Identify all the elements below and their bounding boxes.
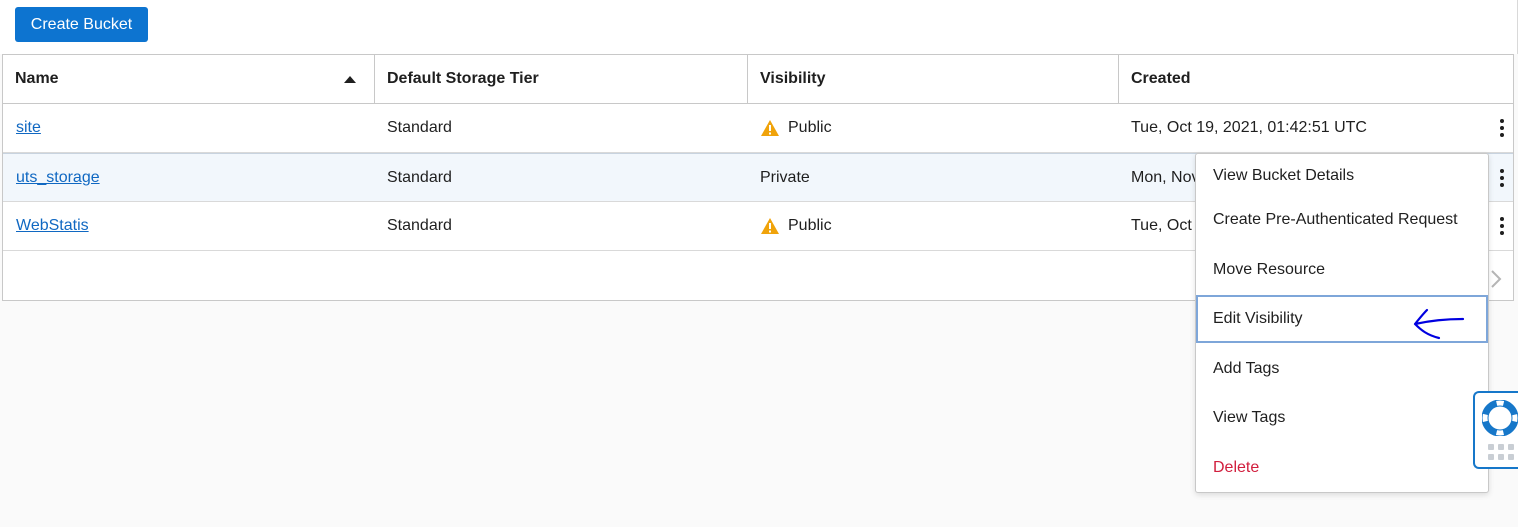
column-header-created: Created: [1119, 55, 1509, 103]
more-vertical-icon[interactable]: [1496, 154, 1508, 202]
storage-tier: Standard: [387, 119, 452, 136]
storage-tier: Standard: [387, 169, 452, 186]
visibility-cell: Private: [760, 154, 810, 202]
visibility-cell: Public: [760, 202, 832, 250]
storage-tier: Standard: [387, 217, 452, 234]
visibility-label: Public: [788, 119, 832, 136]
column-header-created-label: Created: [1131, 70, 1191, 87]
column-header-visibility-label: Visibility: [760, 70, 826, 87]
bucket-name-link[interactable]: site: [16, 119, 41, 137]
menu-item-move-resource[interactable]: Move Resource: [1196, 248, 1488, 292]
menu-item-view-bucket-details[interactable]: View Bucket Details: [1196, 154, 1488, 198]
column-header-name-label: Name: [15, 70, 59, 87]
column-header-tier: Default Storage Tier: [375, 55, 747, 103]
created-date: Tue, Oct: [1131, 217, 1192, 234]
menu-item-create-par[interactable]: Create Pre-Authenticated Request: [1196, 198, 1488, 242]
menu-item-add-tags[interactable]: Add Tags: [1196, 347, 1488, 391]
column-header-visibility: Visibility: [748, 55, 1118, 103]
warning-triangle-icon: [761, 120, 779, 136]
help-widget[interactable]: [1473, 391, 1518, 469]
bucket-name-link[interactable]: WebStatis: [16, 217, 89, 235]
menu-item-view-tags[interactable]: View Tags: [1196, 396, 1488, 440]
created-date: Mon, Nov: [1131, 169, 1200, 186]
table-row: site Standard Public Tue, Oct 19, 2021, …: [3, 104, 1513, 153]
annotation-arrow: [1413, 308, 1465, 340]
table-header: Name Default Storage Tier Visibility Cre…: [3, 55, 1513, 104]
create-bucket-button[interactable]: Create Bucket: [15, 7, 148, 42]
visibility-cell: Public: [760, 104, 832, 152]
column-header-tier-label: Default Storage Tier: [387, 70, 539, 87]
warning-triangle-icon: [761, 218, 779, 234]
more-vertical-icon[interactable]: [1496, 202, 1508, 250]
lifebuoy-icon[interactable]: [1482, 400, 1518, 436]
more-vertical-icon[interactable]: [1496, 104, 1508, 152]
toolbar: Create Bucket: [0, 0, 1518, 54]
column-header-name[interactable]: Name: [3, 55, 374, 103]
bucket-name-link[interactable]: uts_storage: [16, 169, 100, 187]
chevron-right-icon[interactable]: [1490, 269, 1506, 288]
visibility-label: Private: [760, 169, 810, 186]
menu-item-delete[interactable]: Delete: [1196, 446, 1488, 490]
drag-handle-icon[interactable]: [1488, 444, 1514, 460]
visibility-label: Public: [788, 217, 832, 234]
sort-ascending-icon[interactable]: [344, 76, 356, 83]
created-date: Tue, Oct 19, 2021, 01:42:51 UTC: [1131, 119, 1367, 136]
